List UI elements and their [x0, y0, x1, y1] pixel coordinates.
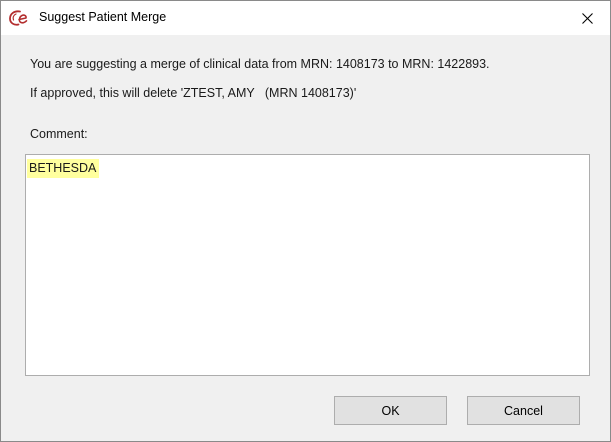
- comment-label: Comment:: [30, 127, 88, 141]
- comment-value: BETHESDA: [27, 159, 100, 178]
- comment-textarea[interactable]: BETHESDA: [25, 154, 590, 376]
- window-title: Suggest Patient Merge: [39, 10, 167, 24]
- cancel-button[interactable]: Cancel: [467, 396, 580, 425]
- merge-description-text: You are suggesting a merge of clinical d…: [30, 57, 490, 71]
- title-bar: Suggest Patient Merge: [1, 1, 610, 35]
- centricity-e-logo-icon: [8, 8, 30, 28]
- close-icon: [581, 12, 593, 24]
- suggest-patient-merge-dialog: Suggest Patient Merge You are suggesting…: [0, 0, 611, 442]
- delete-warning-text: If approved, this will delete 'ZTEST, AM…: [30, 86, 357, 100]
- ok-button[interactable]: OK: [334, 396, 447, 425]
- close-button[interactable]: [564, 1, 610, 35]
